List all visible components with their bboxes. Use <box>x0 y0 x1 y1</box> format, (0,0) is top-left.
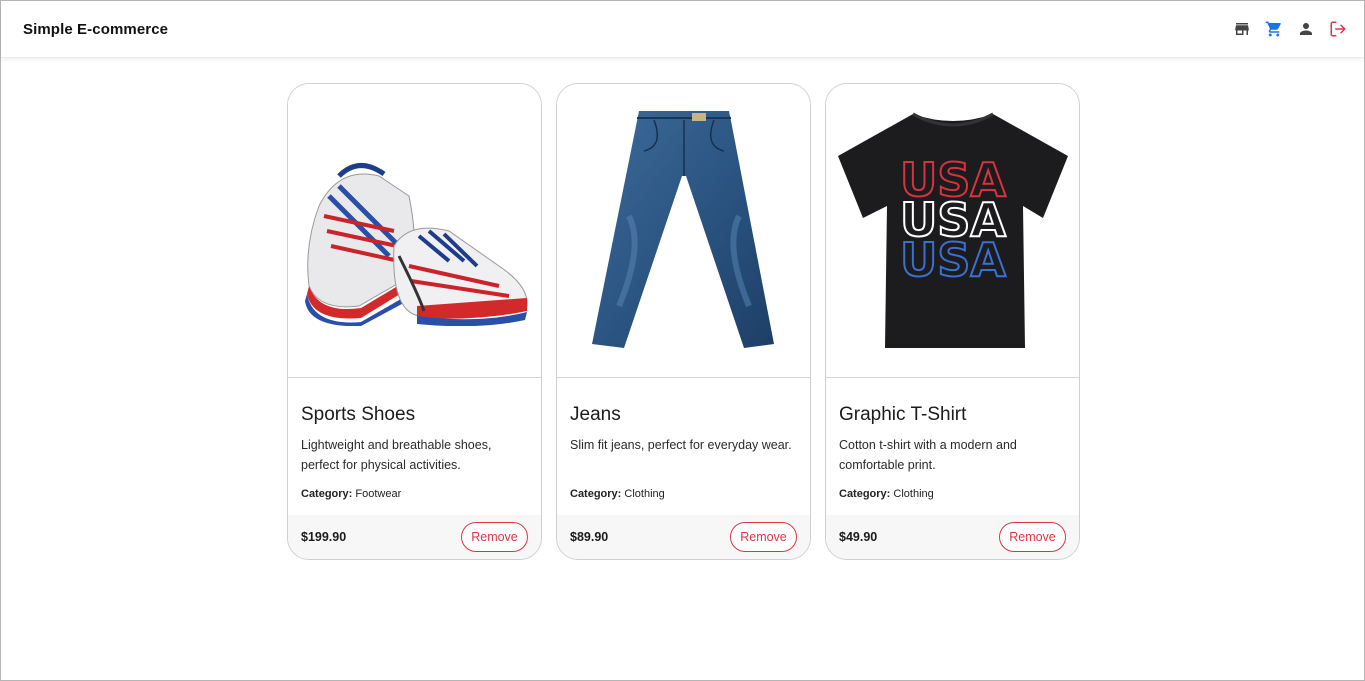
category-value: Clothing <box>893 488 934 500</box>
product-description: Slim fit jeans, perfect for everyday wea… <box>570 438 792 452</box>
product-list: Sports Shoes Lightweight and breathable … <box>287 83 1080 560</box>
remove-button[interactable]: Remove <box>999 522 1066 552</box>
product-card: Jeans Slim fit jeans, perfect for everyd… <box>556 83 811 560</box>
category-label: Category: <box>570 488 622 500</box>
card-footer: $49.90 Remove <box>826 515 1079 559</box>
product-image: USA USA USA <box>826 84 1079 378</box>
product-title: Graphic T-Shirt <box>839 404 967 425</box>
remove-button[interactable]: Remove <box>730 522 797 552</box>
logout-icon[interactable] <box>1329 20 1347 38</box>
product-card: Sports Shoes Lightweight and breathable … <box>287 83 542 560</box>
store-icon[interactable] <box>1233 20 1251 38</box>
product-category: Category: Footwear <box>301 488 528 500</box>
category-value: Footwear <box>355 488 402 500</box>
card-body: Sports Shoes Lightweight and breathable … <box>288 378 541 515</box>
product-price: $89.90 <box>570 530 609 544</box>
product-category: Category: Clothing <box>839 488 1066 500</box>
sneakers-image <box>304 162 528 326</box>
category-label: Category: <box>301 488 353 500</box>
card-body: Jeans Slim fit jeans, perfect for everyd… <box>557 378 810 515</box>
remove-button[interactable]: Remove <box>461 522 528 552</box>
product-category: Category: Clothing <box>570 488 797 500</box>
user-icon[interactable] <box>1297 20 1315 38</box>
card-footer: $199.90 Remove <box>288 515 541 559</box>
product-description: Cotton t-shirt with a modern and comfort… <box>839 438 1017 472</box>
product-title: Jeans <box>570 404 621 425</box>
product-title: Sports Shoes <box>301 404 416 425</box>
brand-title[interactable]: Simple E-commerce <box>23 21 168 38</box>
product-description: Lightweight and breathable shoes, perfec… <box>301 438 492 472</box>
shirt-print-line3: USA <box>899 233 1005 287</box>
category-value: Clothing <box>624 488 665 500</box>
tshirt-image: USA USA USA <box>837 112 1068 348</box>
nav-icons <box>1233 20 1347 38</box>
jeans-image <box>591 110 774 348</box>
product-price: $199.90 <box>301 530 347 544</box>
product-card: USA USA USA Graphic T-Shirt Cotton t-shi… <box>825 83 1080 560</box>
product-image <box>288 84 541 378</box>
category-label: Category: <box>839 488 891 500</box>
card-footer: $89.90 Remove <box>557 515 810 559</box>
top-navbar: Simple E-commerce <box>1 1 1364 58</box>
cart-icon[interactable] <box>1265 20 1283 38</box>
product-image <box>557 84 810 378</box>
product-price: $49.90 <box>839 530 878 544</box>
card-body: Graphic T-Shirt Cotton t-shirt with a mo… <box>826 378 1079 515</box>
